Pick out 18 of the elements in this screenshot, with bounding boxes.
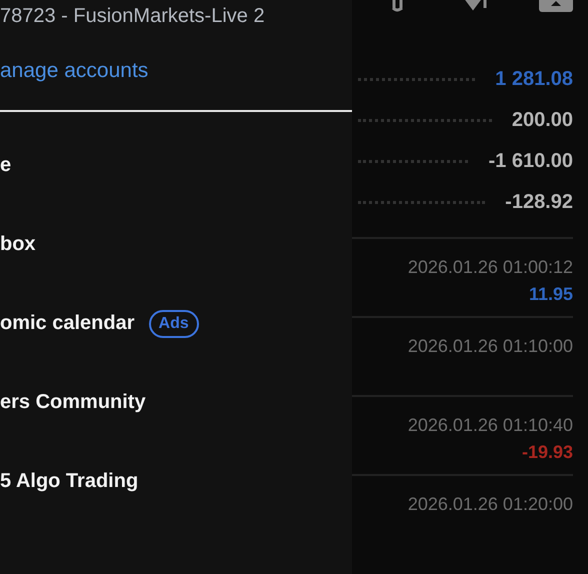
deal-time: 2026.01.26 01:10:00 bbox=[408, 336, 573, 357]
menu-item[interactable]: 5 Algo Trading bbox=[0, 470, 138, 493]
deal-profit: -19.93 bbox=[522, 442, 573, 463]
menu-item[interactable]: ers Community bbox=[0, 391, 146, 414]
deal-time: 2026.01.26 01:00:12 bbox=[408, 257, 573, 278]
account-label: 78723 - FusionMarkets-Live 2 bbox=[0, 5, 266, 29]
summary-value: -1 610.00 bbox=[488, 150, 573, 173]
ads-badge: Ads bbox=[148, 310, 199, 338]
summary-value: -128.92 bbox=[505, 191, 573, 214]
summary-value: 1 281.08 bbox=[495, 68, 573, 91]
menu-item[interactable]: e bbox=[0, 154, 12, 177]
manage-accounts-link[interactable]: anage accounts bbox=[0, 59, 352, 85]
deal-time: 2026.01.26 01:10:40 bbox=[408, 415, 573, 436]
deal-profit: 11.95 bbox=[528, 284, 573, 305]
summary-value: 200.00 bbox=[512, 109, 573, 132]
menu-item[interactable]: box bbox=[0, 233, 36, 256]
menu-item[interactable]: omic calendar bbox=[0, 312, 135, 335]
deal-time: 2026.01.26 01:20:00 bbox=[408, 494, 573, 515]
